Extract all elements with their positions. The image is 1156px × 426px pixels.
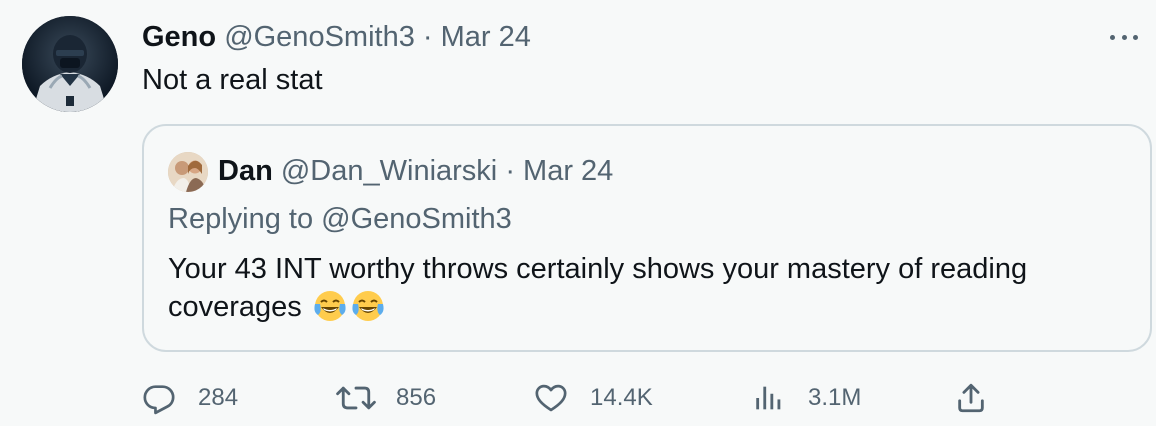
reply-button[interactable]: 284 (142, 378, 238, 418)
header-separator: · (422, 21, 433, 53)
share-icon (958, 383, 984, 413)
views-icon (756, 386, 781, 410)
tweet-date[interactable]: Mar 24 (441, 21, 531, 53)
author-avatar-image (22, 16, 118, 112)
share-button[interactable] (954, 378, 988, 418)
face-with-tears-of-joy-icon (314, 291, 346, 321)
quoted-tweet[interactable]: Dan @Dan_Winiarski · Mar 24 Replying to … (142, 124, 1152, 352)
views-button[interactable]: 3.1M (752, 378, 861, 418)
author-name[interactable]: Geno (142, 21, 216, 53)
tweet-actions: 284 856 14.4K 3.1M (0, 378, 1156, 418)
retweet-icon (336, 386, 376, 410)
quoted-author-name[interactable]: Dan (218, 155, 273, 187)
retweet-button[interactable]: 856 (336, 378, 436, 418)
retweet-count: 856 (396, 384, 437, 411)
like-count: 14.4K (590, 384, 653, 411)
reply-icon (143, 385, 175, 415)
reply-count: 284 (198, 384, 239, 411)
tweet-text: Not a real stat (142, 64, 323, 96)
heart-icon (535, 384, 567, 412)
replying-to-label: Replying to (168, 203, 322, 235)
quoted-tweet-date[interactable]: Mar 24 (523, 155, 613, 187)
quoted-tweet-header: Dan @Dan_Winiarski · Mar 24 (218, 154, 613, 188)
replying-to-mention[interactable]: @GenoSmith3 (321, 203, 512, 235)
view-count: 3.1M (808, 384, 862, 411)
more-icon[interactable] (1110, 20, 1138, 54)
quoted-author-handle[interactable]: @Dan_Winiarski (281, 155, 497, 187)
quoted-header-separator: · (505, 155, 515, 187)
tweet-header: Geno @GenoSmith3 · Mar 24 (142, 20, 531, 54)
replying-to: Replying to @GenoSmith3 (168, 202, 512, 236)
quoted-author-avatar[interactable] (168, 152, 208, 192)
quoted-tweet-text: Your 43 INT worthy throws certainly show… (168, 250, 1128, 326)
face-with-tears-of-joy-icon (352, 291, 384, 321)
quoted-author-avatar-image (168, 152, 208, 192)
author-avatar[interactable] (22, 16, 118, 112)
quoted-tweet-body: Your 43 INT worthy throws certainly show… (168, 253, 1028, 323)
author-handle[interactable]: @GenoSmith3 (224, 21, 415, 53)
like-button[interactable]: 14.4K (534, 378, 653, 418)
